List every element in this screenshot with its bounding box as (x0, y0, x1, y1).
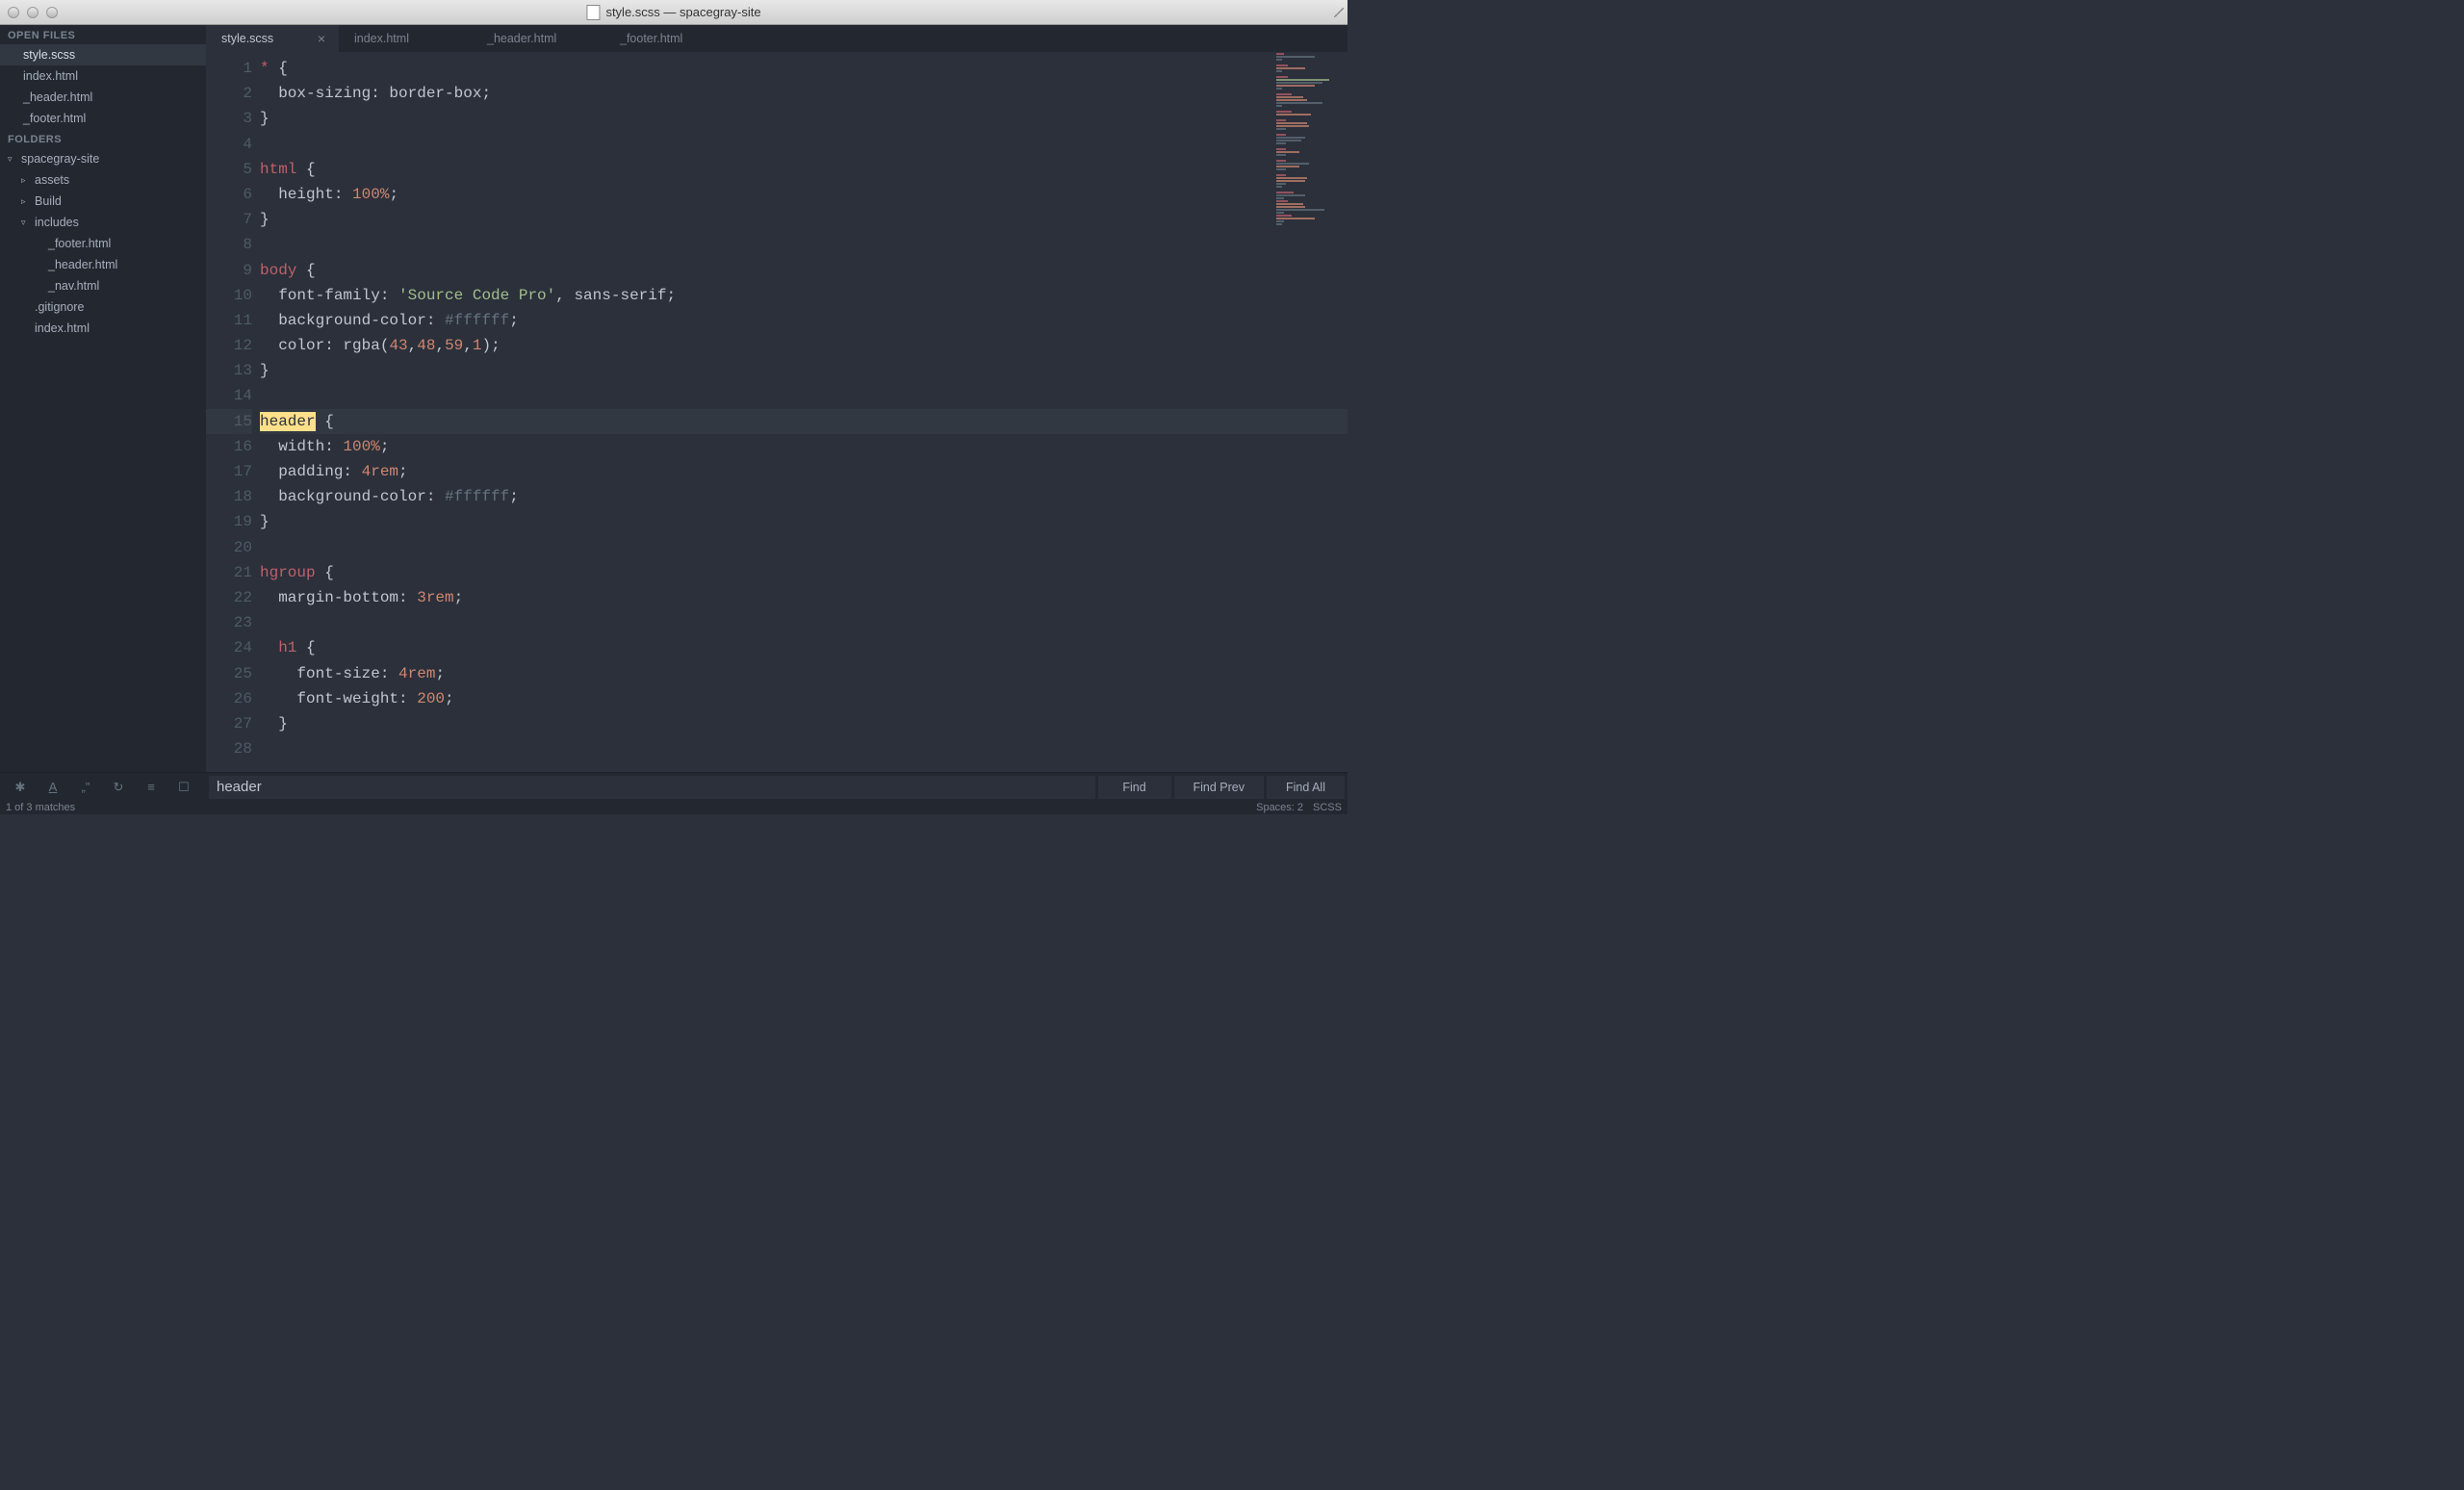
code-editor[interactable]: 1234 5678 9101112 13141516 17181920 2122… (206, 52, 1348, 772)
tab-index[interactable]: index.html (339, 25, 472, 52)
wrap-toggle-icon[interactable]: ↻ (102, 776, 135, 799)
highlight-toggle-icon[interactable]: ☐ (167, 776, 200, 799)
chevron-right-icon: ▹ (21, 175, 31, 186)
case-toggle-icon[interactable]: A (37, 776, 69, 799)
syntax-status[interactable]: SCSS (1313, 802, 1342, 813)
indent-status[interactable]: Spaces: 2 (1256, 802, 1303, 813)
search-highlight: header (260, 412, 316, 431)
code-content[interactable]: * { box-sizing: border-box; } html { hei… (260, 52, 1348, 772)
find-prev-button[interactable]: Find Prev (1174, 776, 1265, 799)
search-input[interactable] (209, 776, 1095, 799)
open-file-index[interactable]: index.html (0, 65, 206, 87)
open-file-header[interactable]: _header.html (0, 87, 206, 108)
minimize-window-button[interactable] (27, 7, 38, 18)
find-all-button[interactable]: Find All (1267, 776, 1345, 799)
zoom-window-button[interactable] (46, 7, 58, 18)
titlebar: style.scss — spacegray-site (0, 0, 1348, 25)
match-count: 1 of 3 matches (6, 802, 75, 813)
chevron-down-icon: ▿ (21, 218, 31, 228)
tab-footer[interactable]: _footer.html (604, 25, 737, 52)
resize-handle-icon[interactable] (1334, 8, 1344, 17)
minimap[interactable] (1270, 52, 1348, 244)
tab-header[interactable]: _header.html (472, 25, 604, 52)
folders-header: FOLDERS (0, 129, 206, 148)
find-button[interactable]: Find (1098, 776, 1171, 799)
chevron-right-icon: ▹ (21, 196, 31, 207)
in-selection-toggle-icon[interactable]: ≡ (135, 776, 167, 799)
window-title: style.scss — spacegray-site (605, 5, 760, 19)
file-header[interactable]: _header.html (0, 254, 206, 275)
close-icon[interactable]: × (318, 31, 325, 46)
sidebar: OPEN FILES style.scss index.html _header… (0, 25, 206, 772)
file-index[interactable]: index.html (0, 318, 206, 339)
regex-toggle-icon[interactable]: ✱ (4, 776, 37, 799)
tab-bar: style.scss× index.html _header.html _foo… (206, 25, 1348, 52)
line-gutter: 1234 5678 9101112 13141516 17181920 2122… (206, 52, 260, 772)
chevron-down-icon: ▿ (8, 154, 17, 165)
open-file-footer[interactable]: _footer.html (0, 108, 206, 129)
file-gitignore[interactable]: .gitignore (0, 296, 206, 318)
file-nav[interactable]: _nav.html (0, 275, 206, 296)
whole-word-toggle-icon[interactable]: „" (69, 776, 102, 799)
folder-root[interactable]: ▿spacegray-site (0, 148, 206, 169)
folder-assets[interactable]: ▹assets (0, 169, 206, 191)
open-files-header: OPEN FILES (0, 25, 206, 44)
folder-build[interactable]: ▹Build (0, 191, 206, 212)
folder-includes[interactable]: ▿includes (0, 212, 206, 233)
file-footer[interactable]: _footer.html (0, 233, 206, 254)
status-bar: 1 of 3 matches Spaces: 2 SCSS (0, 801, 1348, 814)
close-window-button[interactable] (8, 7, 19, 18)
file-icon (586, 5, 600, 20)
tab-style[interactable]: style.scss× (206, 25, 339, 52)
open-file-style[interactable]: style.scss (0, 44, 206, 65)
find-bar: ✱ A „" ↻ ≡ ☐ Find Find Prev Find All (0, 772, 1348, 801)
